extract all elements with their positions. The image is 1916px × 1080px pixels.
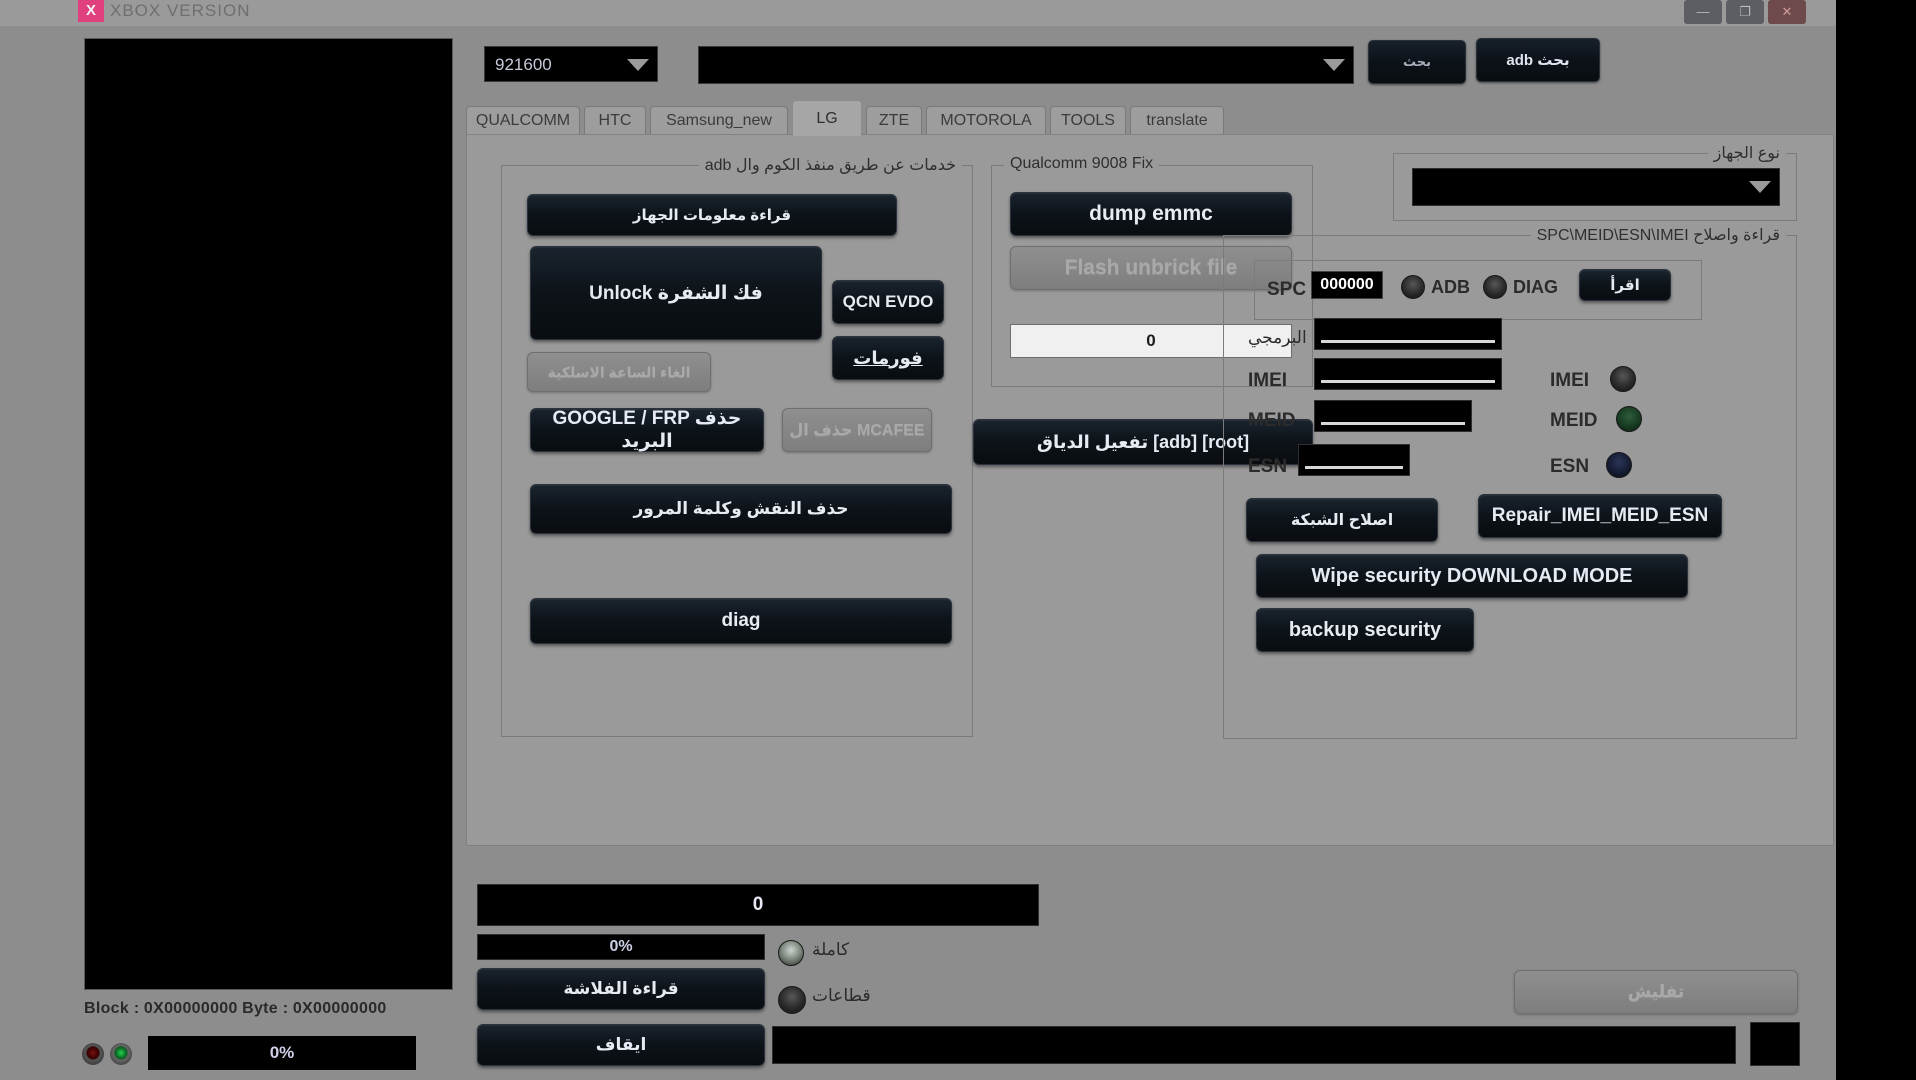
tab-motorola[interactable]: MOTOROLA — [926, 106, 1046, 134]
led-red-icon — [82, 1043, 104, 1065]
diag-radio[interactable] — [1483, 275, 1507, 299]
formats-button[interactable]: فورمات — [832, 336, 944, 380]
bottom-status-field: 0 — [477, 884, 1039, 926]
esn-radio[interactable] — [1606, 452, 1632, 478]
application-window: X XBOX VERSION — ❐ ✕ Block : 0X00000000 … — [0, 0, 1836, 1080]
cancel-wireless-clock-button: الغاء الساعة الاسلكية — [527, 352, 711, 392]
bottom-progress-bar: 0% — [477, 934, 765, 960]
remove-pattern-password-button[interactable]: حذف النقش وكلمة المرور — [530, 484, 952, 534]
esn-radio-label: ESN — [1550, 456, 1590, 477]
esn-label: ESN — [1248, 456, 1288, 477]
software-label: البرمجي — [1248, 328, 1307, 347]
window-title: XBOX VERSION — [110, 1, 251, 20]
window-controls: — ❐ ✕ — [1684, 0, 1806, 24]
esn-field[interactable] — [1298, 444, 1410, 476]
read-device-info-button[interactable]: قراءة معلومات الجهاز — [527, 194, 897, 236]
byte-value: 0X00000000 — [292, 1000, 387, 1017]
formats-label: فورمات — [853, 347, 923, 368]
meid-radio[interactable] — [1616, 406, 1642, 432]
bottom-log-field[interactable] — [772, 1026, 1736, 1064]
imei-radio[interactable] — [1610, 366, 1636, 392]
block-byte-status: Block : 0X00000000 Byte : 0X00000000 — [84, 1000, 451, 1024]
flash-button: تفليش — [1514, 970, 1798, 1014]
field-underline — [1321, 422, 1465, 425]
search-button[interactable]: بحث — [1368, 40, 1466, 84]
adb-services-group-title: خدمات عن طريق منفذ الكوم وال adb — [698, 155, 962, 175]
field-underline — [1321, 380, 1495, 383]
delete-mcafee-button: حذف ال MCAFEE — [782, 408, 932, 452]
led-green-icon — [110, 1043, 132, 1065]
tab-pane-lg: خدمات عن طريق منفذ الكوم وال adb قراءة م… — [466, 134, 1834, 846]
full-radio-label: كاملة — [812, 940, 850, 959]
field-underline — [1305, 466, 1403, 469]
device-type-title: نوع الجهاز — [1707, 143, 1786, 163]
repair-network-button[interactable]: اصلاح الشبكة — [1246, 498, 1438, 542]
minimize-button[interactable]: — — [1684, 0, 1722, 24]
repair-imei-meid-esn-button[interactable]: Repair_IMEI_MEID_ESN — [1478, 494, 1722, 538]
tab-samsung-new[interactable]: Samsung_new — [650, 106, 788, 134]
sectors-radio[interactable] — [778, 986, 806, 1014]
qcn-evdo-button[interactable]: QCN EVDO — [832, 280, 944, 324]
wipe-security-download-mode-button[interactable]: Wipe security DOWNLOAD MODE — [1256, 554, 1688, 598]
imei-field[interactable] — [1314, 358, 1502, 390]
backup-security-button[interactable]: backup security — [1256, 608, 1474, 652]
tab-htc[interactable]: HTC — [584, 106, 646, 134]
console-output-area — [84, 38, 453, 990]
sectors-radio-label: قطاعات — [812, 986, 871, 1005]
title-bar: X XBOX VERSION — ❐ ✕ — [0, 0, 1836, 26]
block-label: Block : — [84, 1000, 140, 1017]
device-type-dropdown[interactable] — [1412, 168, 1780, 206]
status-leds — [82, 1043, 132, 1065]
imei-radio-label: IMEI — [1550, 370, 1590, 391]
read-flash-button[interactable]: قراءة الفلاشة — [477, 968, 765, 1010]
search-adb-button[interactable]: بحث adb — [1476, 38, 1600, 82]
adb-radio-label: ADB — [1431, 277, 1470, 297]
meid-field[interactable] — [1314, 400, 1472, 432]
device-type-group: نوع الجهاز — [1393, 143, 1797, 221]
block-value: 0X00000000 — [143, 1000, 238, 1017]
app-logo-icon: X — [78, 0, 104, 22]
software-field[interactable] — [1314, 318, 1502, 350]
tab-tools[interactable]: TOOLS — [1050, 106, 1126, 134]
chevron-down-icon — [627, 59, 649, 71]
spc-input[interactable]: 000000 — [1311, 271, 1383, 299]
dump-emmc-button[interactable]: dump emmc — [1010, 192, 1292, 236]
baudrate-dropdown[interactable]: 921600 — [484, 46, 658, 82]
bottom-small-field[interactable] — [1750, 1022, 1800, 1066]
diag-radio-label: DIAG — [1513, 277, 1558, 297]
baudrate-value: 921600 — [495, 55, 552, 74]
meid-radio-label: MEID — [1550, 410, 1598, 431]
byte-label: Byte : — [242, 1000, 289, 1017]
chevron-down-icon — [1749, 181, 1771, 193]
field-underline — [1321, 340, 1495, 343]
spc-label: SPC — [1267, 279, 1307, 300]
qualcomm-9008-fix-title: Qualcomm 9008 Fix — [1004, 155, 1160, 173]
maximize-button[interactable]: ❐ — [1726, 0, 1764, 24]
unlock-button[interactable]: Unlock فك الشفرة — [530, 246, 822, 340]
spc-repair-title: قراءة واصلاح SPC\MEID\ESN\IMEI — [1530, 225, 1786, 245]
full-radio[interactable] — [778, 940, 804, 966]
tab-qualcomm[interactable]: QUALCOMM — [466, 106, 580, 134]
bottom-left-progress: 0% — [148, 1036, 416, 1070]
tab-translate[interactable]: translate — [1130, 106, 1224, 134]
meid-label: MEID — [1248, 410, 1296, 431]
imei-label: IMEI — [1248, 370, 1288, 391]
tab-lg[interactable]: LG — [792, 100, 862, 136]
spc-read-button[interactable]: اقرأ — [1579, 269, 1671, 301]
google-frp-button[interactable]: GOOGLE / FRP حذف البريد — [530, 408, 764, 452]
adb-services-group: خدمات عن طريق منفذ الكوم وال adb قراءة م… — [501, 155, 973, 737]
tab-zte[interactable]: ZTE — [866, 106, 922, 134]
port-dropdown[interactable] — [698, 46, 1354, 84]
adb-radio[interactable] — [1401, 275, 1425, 299]
spc-subgroup: SPC 000000 ADB DIAG اقرأ — [1254, 260, 1702, 320]
diag-button[interactable]: diag — [530, 598, 952, 644]
chevron-down-icon — [1323, 59, 1345, 71]
spc-repair-group: قراءة واصلاح SPC\MEID\ESN\IMEI SPC 00000… — [1223, 225, 1797, 739]
stop-button[interactable]: ايقاف — [477, 1024, 765, 1066]
right-black-margin — [1836, 0, 1916, 1080]
close-button[interactable]: ✕ — [1768, 0, 1806, 24]
